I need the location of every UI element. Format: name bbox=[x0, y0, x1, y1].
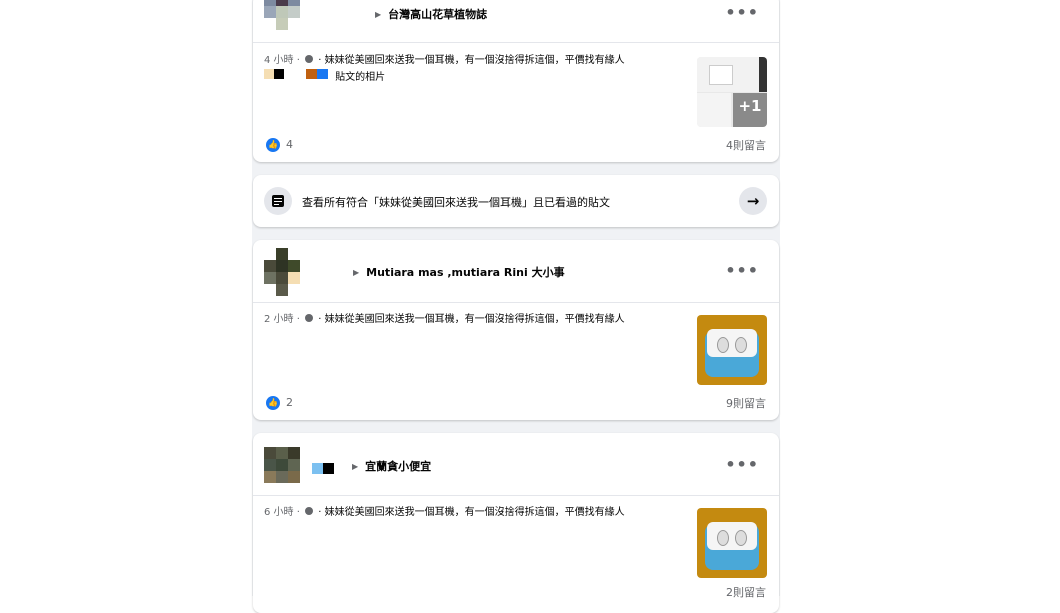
avatar[interactable] bbox=[264, 0, 300, 42]
post-photo-thumbnail[interactable] bbox=[697, 315, 767, 385]
globe-icon bbox=[305, 507, 314, 515]
more-photos-count: +1 bbox=[738, 97, 762, 115]
more-options-icon[interactable]: ••• bbox=[725, 455, 759, 474]
group-name[interactable]: Mutiara mas ,mutiara Rini 大小事 bbox=[366, 264, 564, 280]
globe-icon bbox=[305, 314, 314, 322]
post-time[interactable]: 6 小時 · bbox=[264, 507, 300, 518]
group-link[interactable]: ▶ 台灣高山花草植物誌 bbox=[375, 6, 487, 22]
like-icon: 👍 bbox=[266, 138, 280, 152]
comment-count[interactable]: 2則留言 bbox=[726, 584, 766, 600]
post-list-icon bbox=[264, 187, 292, 215]
divider bbox=[253, 495, 779, 496]
post-meta: 4 小時 · ‧ 妹妹從美國回來送我一個耳機，有一個沒捨得拆這個，平價找有緣人 … bbox=[264, 54, 684, 85]
avatar[interactable] bbox=[264, 248, 300, 296]
avatar[interactable] bbox=[264, 447, 300, 495]
post-card: ▶ Mutiara mas ,mutiara Rini 大小事 ••• 2 小時… bbox=[253, 240, 779, 420]
divider bbox=[253, 42, 779, 43]
post-time[interactable]: 2 小時 · bbox=[264, 314, 300, 325]
redacted-name bbox=[312, 459, 334, 478]
triangle-right-icon: ▶ bbox=[353, 267, 360, 277]
redacted-name bbox=[264, 69, 328, 84]
comment-count[interactable]: 4則留言 bbox=[726, 137, 766, 153]
post-card: ▶ 宜蘭貪小便宜 ••• 6 小時 · ‧ 妹妹從美國回來送我一個耳機，有一個沒… bbox=[253, 433, 779, 613]
triangle-right-icon: ▶ bbox=[375, 9, 382, 19]
triangle-right-icon: ▶ bbox=[352, 461, 359, 471]
post-time[interactable]: 4 小時 · bbox=[264, 55, 300, 66]
post-card: ▶ 台灣高山花草植物誌 ••• 4 小時 · ‧ 妹妹從美國回來送我一個耳機，有… bbox=[253, 0, 779, 162]
group-name[interactable]: 台灣高山花草植物誌 bbox=[388, 6, 487, 22]
post-text: ‧ 妹妹從美國回來送我一個耳機，有一個沒捨得拆這個，平價找有緣人 bbox=[318, 55, 625, 66]
post-photos-label[interactable]: 貼文的相片 bbox=[335, 72, 385, 83]
arrow-right-icon[interactable]: → bbox=[739, 187, 767, 215]
post-meta: 6 小時 · ‧ 妹妹從美國回來送我一個耳機，有一個沒捨得拆這個，平價找有緣人 bbox=[264, 506, 684, 520]
post-meta: 2 小時 · ‧ 妹妹從美國回來送我一個耳機，有一個沒捨得拆這個，平價找有緣人 bbox=[264, 313, 684, 327]
more-options-icon[interactable]: ••• bbox=[725, 3, 759, 22]
post-photo-thumbnail[interactable]: +1 bbox=[697, 57, 767, 127]
globe-icon bbox=[305, 55, 314, 63]
post-text: ‧ 妹妹從美國回來送我一個耳機，有一個沒捨得拆這個，平價找有緣人 bbox=[318, 507, 625, 518]
like-count[interactable]: 2 bbox=[286, 396, 293, 409]
group-link[interactable]: ▶ 宜蘭貪小便宜 bbox=[352, 458, 431, 474]
comment-count[interactable]: 9則留言 bbox=[726, 395, 766, 411]
see-all-bar[interactable]: 查看所有符合「妹妹從美國回來送我一個耳機」且已看過的貼文 → bbox=[253, 175, 779, 227]
like-count[interactable]: 4 bbox=[286, 138, 293, 151]
more-options-icon[interactable]: ••• bbox=[725, 261, 759, 280]
divider bbox=[253, 302, 779, 303]
post-photo-thumbnail[interactable] bbox=[697, 508, 767, 578]
post-text: ‧ 妹妹從美國回來送我一個耳機，有一個沒捨得拆這個，平價找有緣人 bbox=[318, 314, 625, 325]
group-name[interactable]: 宜蘭貪小便宜 bbox=[365, 458, 431, 474]
see-all-text: 查看所有符合「妹妹從美國回來送我一個耳機」且已看過的貼文 bbox=[302, 196, 610, 209]
group-link[interactable]: ▶ Mutiara mas ,mutiara Rini 大小事 bbox=[353, 264, 565, 280]
like-icon: 👍 bbox=[266, 396, 280, 410]
